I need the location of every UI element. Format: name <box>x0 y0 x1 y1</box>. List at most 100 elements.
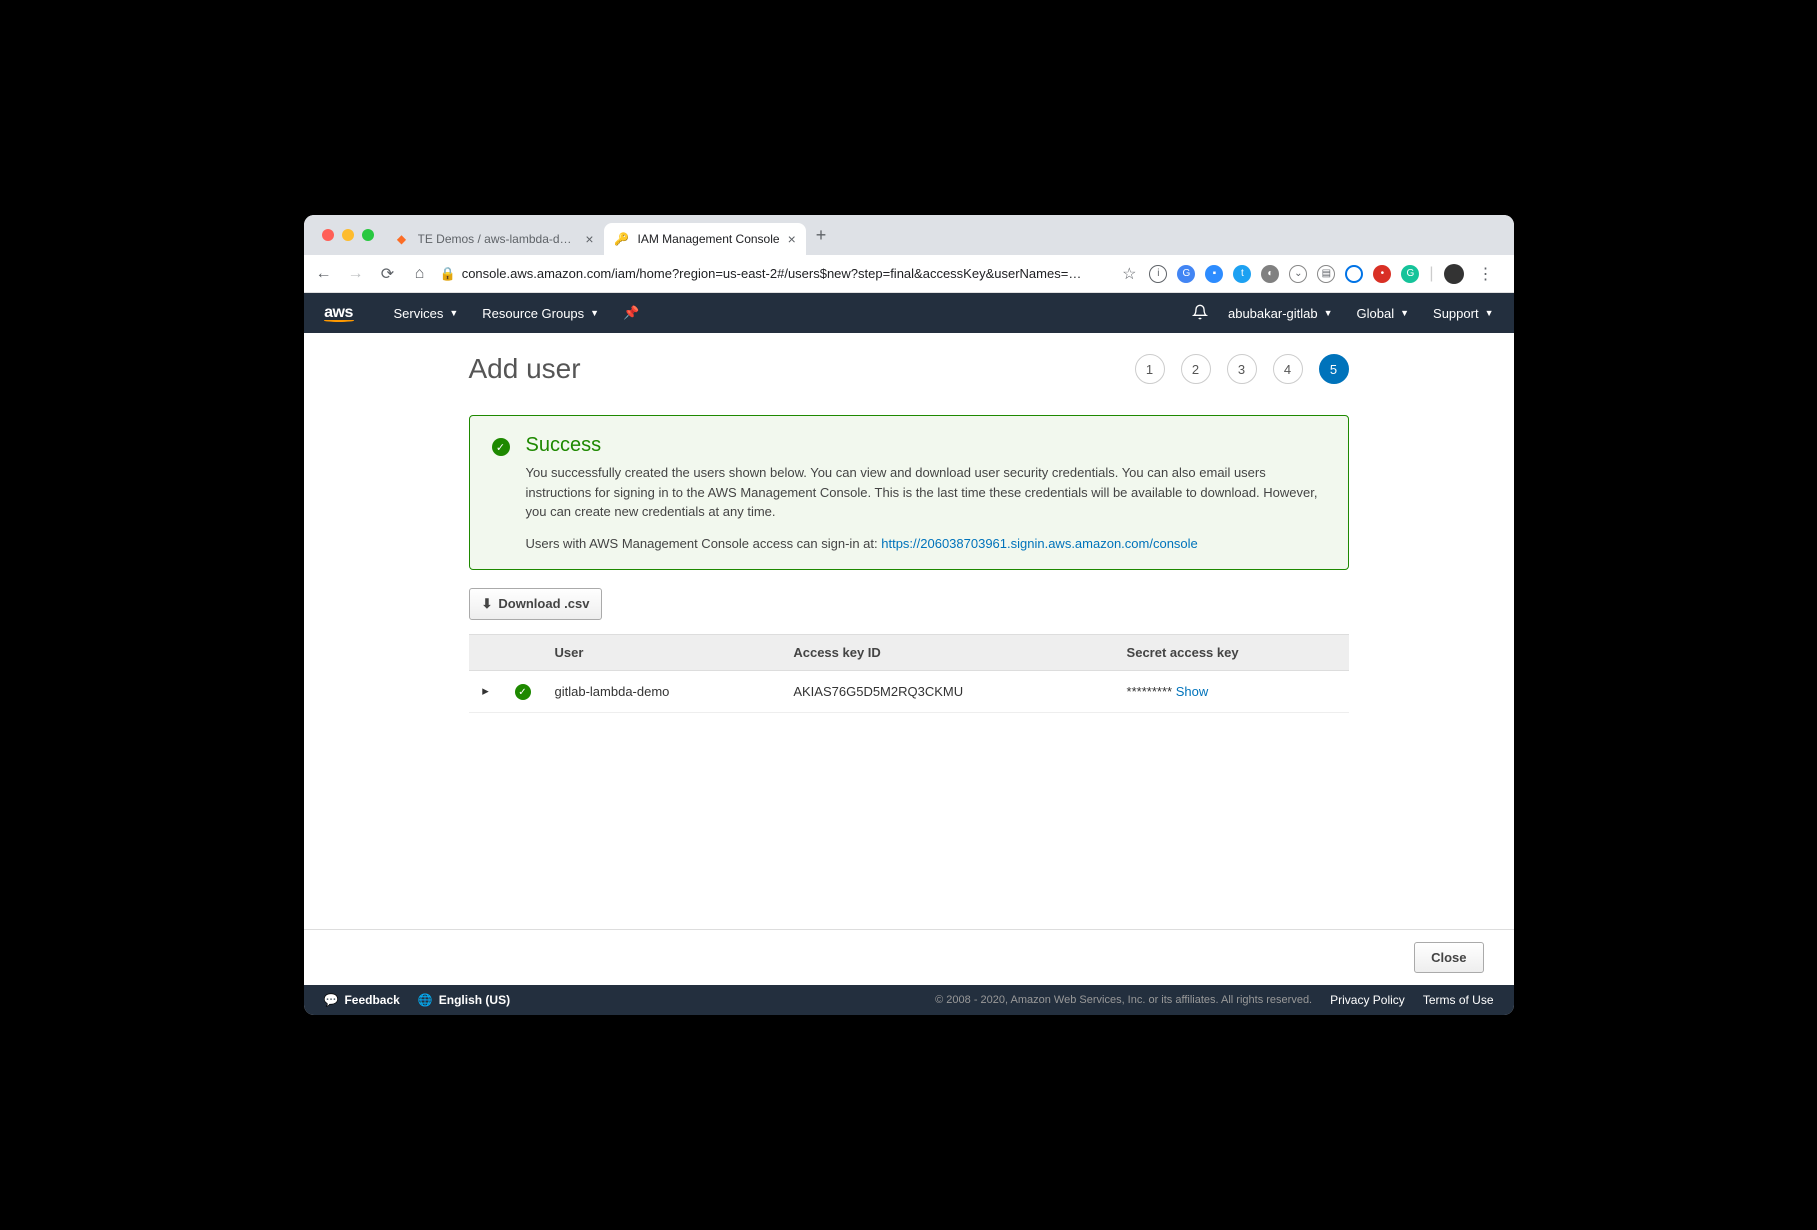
ext-icon-blue-ring[interactable] <box>1345 265 1363 283</box>
success-title: Success <box>526 434 1326 457</box>
action-bar: Close <box>304 929 1514 985</box>
terms-of-use-link[interactable]: Terms of Use <box>1423 993 1494 1007</box>
privacy-policy-link[interactable]: Privacy Policy <box>1330 993 1405 1007</box>
step-1[interactable]: 1 <box>1135 354 1165 384</box>
browser-menu-icon[interactable]: ⋮ <box>1474 264 1498 284</box>
close-tab-icon[interactable]: × <box>585 232 593 246</box>
caret-down-icon: ▼ <box>1485 308 1494 318</box>
account-menu[interactable]: abubakar-gitlab ▼ <box>1228 306 1333 321</box>
success-alert: ✓ Success You successfully created the u… <box>469 415 1349 570</box>
zoom-ext-icon[interactable]: ▪ <box>1205 265 1223 283</box>
access-key-cell: AKIAS76G5D5M2RQ3CKMU <box>781 670 1114 713</box>
resource-groups-label: Resource Groups <box>482 306 584 321</box>
page-header: Add user 1 2 3 4 5 <box>469 353 1349 385</box>
status-cell: ✓ <box>503 670 543 713</box>
signin-url-link[interactable]: https://206038703961.signin.aws.amazon.c… <box>881 536 1198 551</box>
reader-ext-icon[interactable]: ▤ <box>1317 265 1335 283</box>
access-key-col-header: Access key ID <box>781 634 1114 670</box>
expand-row-button[interactable]: ▸ <box>469 670 503 713</box>
caret-down-icon: ▼ <box>1324 308 1333 318</box>
aws-smile-icon <box>324 319 354 322</box>
profile-avatar[interactable] <box>1444 264 1464 284</box>
forward-button[interactable]: → <box>344 265 368 283</box>
aws-nav-bar: aws Services ▼ Resource Groups ▼ 📌 abuba… <box>304 293 1514 333</box>
browser-window: ◆ TE Demos / aws-lambda-demo × 🔑 IAM Man… <box>304 215 1514 1015</box>
minimize-window-button[interactable] <box>342 229 354 241</box>
download-label: Download .csv <box>498 596 589 611</box>
tab-title: TE Demos / aws-lambda-demo <box>418 232 578 246</box>
download-csv-button[interactable]: ⬇ Download .csv <box>469 588 603 620</box>
bookmark-star-icon[interactable]: ☆ <box>1117 264 1141 284</box>
extension-icons: i G ▪ t ◐ ⌄ ▤ • G | ⋮ <box>1149 264 1505 284</box>
region-label: Global <box>1357 306 1395 321</box>
translate-ext-icon[interactable]: G <box>1177 265 1195 283</box>
step-5: 5 <box>1319 354 1349 384</box>
success-message: You successfully created the users shown… <box>526 463 1326 522</box>
step-2[interactable]: 2 <box>1181 354 1211 384</box>
copyright-text: © 2008 - 2020, Amazon Web Services, Inc.… <box>935 994 1312 1006</box>
lock-icon: 🔒 <box>440 266 456 282</box>
back-button[interactable]: ← <box>312 265 336 283</box>
globe-icon: 🌐 <box>418 993 433 1007</box>
success-status-icon: ✓ <box>515 684 531 700</box>
account-label: abubakar-gitlab <box>1228 306 1318 321</box>
support-menu[interactable]: Support ▼ <box>1433 306 1493 321</box>
page-title: Add user <box>469 353 581 385</box>
reload-button[interactable]: ⟳ <box>376 264 400 284</box>
divider: | <box>1429 265 1433 283</box>
language-label: English (US) <box>439 993 510 1007</box>
success-check-icon: ✓ <box>492 438 510 456</box>
support-label: Support <box>1433 306 1479 321</box>
close-button[interactable]: Close <box>1414 942 1483 973</box>
users-table: User Access key ID Secret access key ▸ ✓… <box>469 634 1349 714</box>
new-tab-button[interactable]: + <box>806 225 837 246</box>
address-bar: ← → ⟳ ⌂ 🔒 console.aws.amazon.com/iam/hom… <box>304 255 1514 293</box>
services-menu[interactable]: Services ▼ <box>394 306 459 321</box>
window-controls <box>312 229 384 241</box>
grammarly-ext-icon[interactable]: G <box>1401 265 1419 283</box>
feedback-label: Feedback <box>344 993 399 1007</box>
close-tab-icon[interactable]: × <box>788 232 796 246</box>
ext-icon-red[interactable]: • <box>1373 265 1391 283</box>
browser-tab-gitlab[interactable]: ◆ TE Demos / aws-lambda-demo × <box>384 223 604 255</box>
browser-tab-iam[interactable]: 🔑 IAM Management Console × <box>604 223 806 255</box>
signin-text: Users with AWS Management Console access… <box>526 536 882 551</box>
aws-logo[interactable]: aws <box>324 305 354 322</box>
aws-footer: 💬 Feedback 🌐 English (US) © 2008 - 2020,… <box>304 985 1514 1015</box>
secret-col-header: Secret access key <box>1115 634 1349 670</box>
status-col-header <box>503 634 543 670</box>
url-field[interactable]: 🔒 console.aws.amazon.com/iam/home?region… <box>440 266 1110 282</box>
step-4[interactable]: 4 <box>1273 354 1303 384</box>
secret-masked: ********* <box>1127 684 1173 699</box>
gitlab-favicon-icon: ◆ <box>394 231 410 247</box>
maximize-window-button[interactable] <box>362 229 374 241</box>
language-selector[interactable]: 🌐 English (US) <box>418 993 510 1007</box>
step-3[interactable]: 3 <box>1227 354 1257 384</box>
wizard-steps: 1 2 3 4 5 <box>1135 354 1349 384</box>
pin-icon[interactable]: 📌 <box>623 305 639 321</box>
ext-icon-grey[interactable]: ◐ <box>1261 265 1279 283</box>
table-row: ▸ ✓ gitlab-lambda-demo AKIAS76G5D5M2RQ3C… <box>469 670 1349 713</box>
services-label: Services <box>394 306 444 321</box>
caret-down-icon: ▼ <box>449 308 458 318</box>
resource-groups-menu[interactable]: Resource Groups ▼ <box>482 306 599 321</box>
region-menu[interactable]: Global ▼ <box>1357 306 1410 321</box>
show-secret-link[interactable]: Show <box>1176 684 1209 699</box>
main-content: Add user 1 2 3 4 5 ✓ Success You success… <box>304 333 1514 929</box>
caret-down-icon: ▼ <box>1400 308 1409 318</box>
aws-favicon-icon: 🔑 <box>614 231 630 247</box>
pocket-ext-icon[interactable]: ⌄ <box>1289 265 1307 283</box>
site-info-icon[interactable]: i <box>1149 265 1167 283</box>
signin-info: Users with AWS Management Console access… <box>526 536 1326 551</box>
download-icon: ⬇ <box>482 596 493 612</box>
expand-col-header <box>469 634 503 670</box>
speech-bubble-icon: 💬 <box>324 993 339 1007</box>
notifications-icon[interactable] <box>1192 304 1208 323</box>
user-col-header: User <box>543 634 782 670</box>
home-button[interactable]: ⌂ <box>408 265 432 283</box>
close-window-button[interactable] <box>322 229 334 241</box>
feedback-link[interactable]: 💬 Feedback <box>324 993 400 1007</box>
tab-title: IAM Management Console <box>638 232 780 246</box>
twitter-ext-icon[interactable]: t <box>1233 265 1251 283</box>
secret-cell: ********* Show <box>1115 670 1349 713</box>
